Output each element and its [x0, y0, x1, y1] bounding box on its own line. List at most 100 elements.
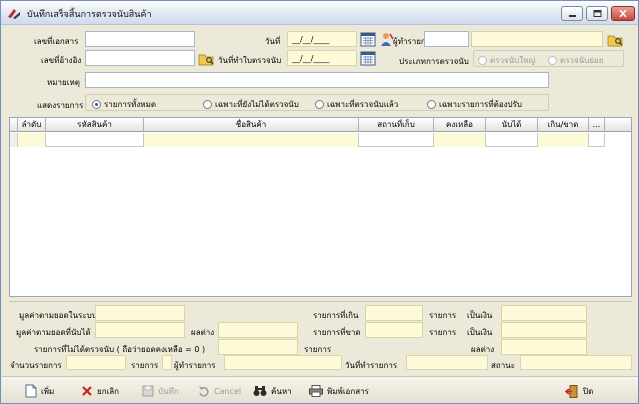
- over-items-label: รายการที่เกิน: [313, 311, 359, 320]
- cancel-doc-button[interactable]: ยกเลิก: [81, 381, 119, 401]
- col-seq[interactable]: ลำดับ: [18, 118, 46, 132]
- print-button[interactable]: พิมพ์เอกสาร: [309, 381, 369, 401]
- radio-dot: [92, 100, 101, 109]
- undo-icon: [199, 386, 209, 397]
- add-button[interactable]: เพิ่ม: [25, 381, 54, 401]
- cell-product-code[interactable]: [46, 133, 144, 147]
- cell-seq[interactable]: [18, 133, 46, 147]
- save-button[interactable]: บันทึก: [142, 381, 179, 401]
- date-input[interactable]: __/__/____: [287, 31, 357, 47]
- ref-no-input[interactable]: [85, 50, 195, 66]
- cell-over-short[interactable]: [538, 133, 589, 147]
- recorder-name-field: [471, 31, 603, 47]
- count-type-minor-radio[interactable]: ตรวจนับย่อย: [548, 54, 603, 67]
- over-item-word: รายการ: [429, 311, 457, 320]
- diff-field: [218, 322, 298, 338]
- status-count-label: จำนวนรายการ: [10, 361, 62, 370]
- radio-dot: [203, 100, 212, 109]
- count-calendar-icon[interactable]: [360, 50, 376, 66]
- note-input[interactable]: [85, 72, 549, 88]
- status-state-label: สถานะ: [491, 361, 515, 370]
- col-counted[interactable]: นับได้: [486, 118, 538, 132]
- maximize-button[interactable]: [586, 6, 608, 21]
- save-icon: [142, 385, 154, 397]
- diff-label: ผลต่าง: [191, 328, 215, 337]
- show-counted-radio[interactable]: เฉพาะที่ตรวจนับแล้ว: [315, 98, 398, 111]
- bottom-toolbar: เพิ่ม ยกเลิก บันทึก Cancel ค้นหา พิมพ์เอ…: [2, 376, 638, 403]
- status-spacer-field: [162, 355, 172, 370]
- maximize-icon: [593, 10, 602, 17]
- count-date-label: วันที่ทำใบตรวจนับ: [218, 56, 282, 65]
- status-date-label: วันที่ทำรายการ: [345, 361, 398, 370]
- lookup-icon[interactable]: [607, 32, 623, 48]
- close-button[interactable]: ปิด: [565, 381, 593, 401]
- app-icon: [8, 9, 20, 19]
- cell-product-name[interactable]: [144, 133, 359, 147]
- exit-door-icon: [565, 384, 578, 398]
- col-product-name[interactable]: ชื่อสินค้า: [144, 118, 359, 132]
- diff2-field: [501, 339, 587, 355]
- minimize-button[interactable]: [561, 6, 583, 21]
- system-value-label: มูลค่าตามยอดในระบบ: [19, 311, 97, 320]
- radio-dot: [315, 100, 324, 109]
- uncounted-field: [218, 339, 298, 355]
- ref-no-label: เลขที่อ้างอิง: [41, 56, 82, 65]
- short-amount-field: [501, 322, 587, 338]
- short-amount-label: เป็นเงิน: [467, 328, 493, 337]
- count-type-major-radio[interactable]: ตรวจนับใหญ่: [478, 54, 535, 67]
- short-items-label: รายการที่ขาด: [313, 328, 361, 337]
- delete-icon: [82, 386, 92, 396]
- minimize-icon: [569, 15, 576, 17]
- short-item-word: รายการ: [429, 328, 457, 337]
- status-date-field: [406, 355, 488, 370]
- grid-header: ลำดับ รหัสสินค้า ชื่อสินค้า สถานที่เก็บ …: [10, 118, 631, 132]
- short-items-field: [365, 322, 423, 338]
- cell-counted[interactable]: [486, 133, 538, 147]
- date-value: __/__/____: [292, 35, 330, 44]
- count-date-value: __/__/____: [292, 54, 330, 63]
- status-user-field: [224, 355, 342, 370]
- divider: [9, 301, 632, 302]
- col-location[interactable]: สถานที่เก็บ: [359, 118, 434, 132]
- radio-dot: [548, 56, 557, 65]
- count-type-label: ประเภทการตรวจนับ: [399, 57, 469, 66]
- status-items-label: รายการ: [131, 361, 159, 370]
- search-button[interactable]: ค้นหา: [253, 381, 292, 401]
- close-window-button[interactable]: [611, 6, 635, 21]
- col-over-short[interactable]: เกิน/ขาด: [538, 118, 589, 132]
- cell-location[interactable]: [359, 133, 434, 147]
- show-label: แสดงรายการ: [37, 101, 84, 110]
- show-uncounted-radio[interactable]: เฉพาะที่ยังไม่ได้ตรวจนับ: [203, 98, 299, 111]
- over-amount-field: [501, 305, 587, 321]
- calendar-icon[interactable]: [360, 31, 376, 47]
- status-count-field: [66, 355, 126, 370]
- show-all-radio[interactable]: รายการทั้งหมด: [92, 98, 156, 111]
- date-label: วันที่: [265, 37, 281, 46]
- counted-value-field: [95, 322, 185, 338]
- counted-value-label: มูลค่าตามยอดที่นับได้: [16, 328, 91, 337]
- cell-more[interactable]: [589, 133, 605, 147]
- printer-icon: [309, 385, 323, 397]
- radio-dot: [478, 56, 487, 65]
- recorder-code-input[interactable]: [424, 31, 469, 47]
- system-value-field: [95, 305, 185, 321]
- col-more[interactable]: ...: [589, 118, 605, 132]
- binoculars-icon: [253, 386, 267, 396]
- count-date-input[interactable]: __/__/____: [287, 50, 357, 66]
- undo-cancel-button[interactable]: Cancel: [198, 381, 241, 401]
- doc-no-label: เลขที่เอกสาร: [34, 37, 79, 46]
- col-balance[interactable]: คงเหลือ: [434, 118, 486, 132]
- col-product-code[interactable]: รหัสสินค้า: [46, 118, 144, 132]
- over-items-field: [365, 305, 423, 321]
- doc-no-input[interactable]: [85, 31, 195, 47]
- title-bar: บันทึกเสร็จสิ้นการตรวจนับสินค้า: [1, 1, 638, 25]
- status-state-field: [520, 355, 632, 370]
- app-window: บันทึกเสร็จสิ้นการตรวจนับสินค้า เลขที่เอ…: [0, 0, 639, 404]
- ref-lookup-icon[interactable]: [198, 51, 214, 67]
- show-adjust-radio[interactable]: เฉพาะรายการที่ต้องปรับ: [427, 98, 522, 111]
- items-grid[interactable]: ลำดับ รหัสสินค้า ชื่อสินค้า สถานที่เก็บ …: [9, 117, 632, 297]
- radio-dot: [427, 100, 436, 109]
- new-document-icon: [25, 384, 37, 398]
- cell-balance[interactable]: [434, 133, 486, 147]
- note-label: หมายเหตุ: [47, 78, 80, 87]
